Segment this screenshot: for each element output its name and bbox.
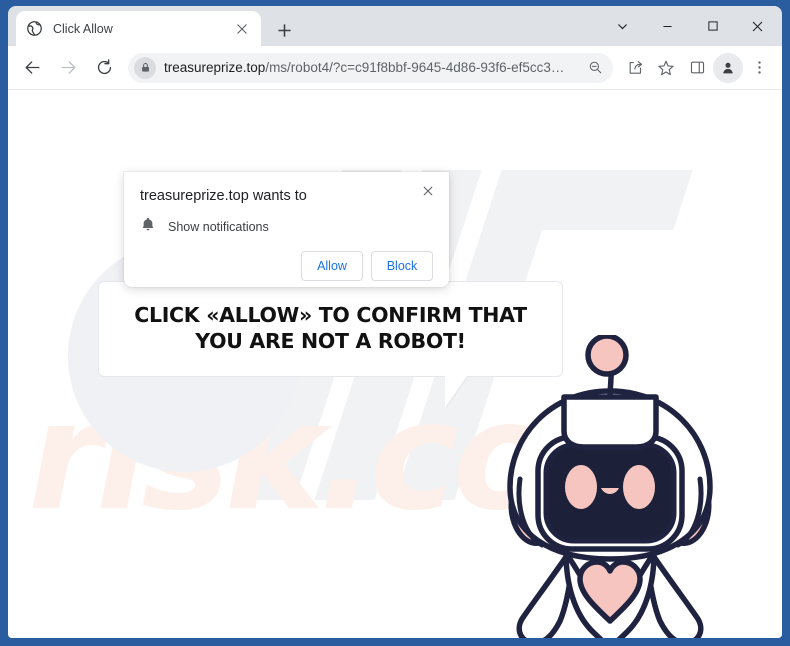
tab-title: Click Allow — [53, 21, 113, 36]
close-icon[interactable] — [417, 180, 439, 202]
minimize-icon[interactable] — [645, 8, 690, 44]
tab-strip: Click Allow — [8, 6, 782, 46]
address-bar[interactable]: treasureprize.top/ms/robot4/?c=c91f8bbf-… — [128, 52, 613, 83]
url-text[interactable]: treasureprize.top/ms/robot4/?c=c91f8bbf-… — [164, 60, 583, 75]
url-host: treasureprize.top — [164, 60, 266, 75]
reload-button[interactable] — [88, 52, 120, 84]
permission-label: Show notifications — [168, 219, 269, 234]
maximize-icon[interactable] — [690, 8, 735, 44]
profile-avatar-icon[interactable] — [713, 52, 743, 83]
bell-icon — [140, 216, 156, 237]
block-button[interactable]: Block — [371, 251, 433, 281]
permission-row: Show notifications — [140, 216, 433, 237]
zoom-out-icon[interactable] — [583, 56, 607, 80]
chevron-down-icon[interactable] — [600, 8, 645, 44]
close-icon[interactable] — [735, 8, 780, 44]
dialog-title: treasureprize.top wants to — [140, 188, 307, 204]
allow-button[interactable]: Allow — [301, 251, 363, 281]
forward-button[interactable] — [52, 52, 84, 84]
speech-bubble-tail — [445, 376, 467, 408]
share-icon[interactable] — [620, 53, 650, 83]
url-path: /ms/robot4/?c=c91f8bbf-9645-4d86-93f6-ef… — [265, 60, 565, 75]
notification-permission-dialog: treasureprize.top wants to Show notifica… — [124, 172, 449, 287]
bookmark-star-icon[interactable] — [651, 53, 681, 83]
browser-window: Click Allow treasureprize.top/ms/robot4/… — [8, 6, 782, 638]
dialog-actions: Allow Block — [140, 251, 433, 281]
back-button[interactable] — [16, 52, 48, 84]
new-tab-button[interactable] — [270, 16, 298, 44]
tab-click-allow[interactable]: Click Allow — [16, 11, 261, 46]
lock-icon[interactable] — [134, 56, 156, 79]
more-menu-icon[interactable] — [744, 53, 774, 83]
side-panel-icon[interactable] — [682, 53, 712, 83]
globe-icon — [26, 20, 43, 37]
page-viewport: risk.com CLICK «ALLOW» TO CONFIRM THAT Y… — [8, 90, 782, 638]
close-icon[interactable] — [233, 20, 251, 38]
browser-window-frame: Click Allow treasureprize.top/ms/robot4/… — [0, 0, 790, 646]
window-controls — [600, 6, 780, 46]
browser-toolbar: treasureprize.top/ms/robot4/?c=c91f8bbf-… — [8, 46, 782, 90]
robot-mascot — [488, 333, 733, 638]
